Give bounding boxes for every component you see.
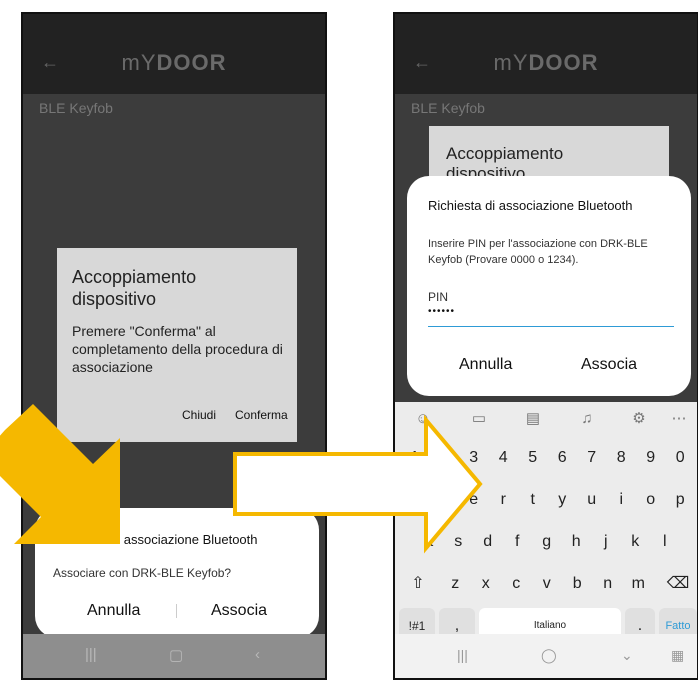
key-c[interactable]: c: [502, 566, 531, 602]
key-3[interactable]: 3: [460, 440, 488, 476]
microphone-icon[interactable]: ♫: [575, 408, 599, 430]
clipboard-icon[interactable]: ▭: [467, 408, 491, 430]
backspace-key[interactable]: ⌫: [663, 566, 693, 602]
key-8[interactable]: 8: [607, 440, 635, 476]
key-s[interactable]: s: [444, 524, 472, 560]
key-d[interactable]: d: [474, 524, 502, 560]
settings-gear-icon[interactable]: ⚙: [627, 408, 651, 430]
device-name-label: BLE Keyfob: [411, 100, 485, 116]
keyboard-toolbar: ☺ ▭ ▤ ♫ ⚙ ⋯: [395, 402, 697, 438]
bluetooth-request-title: Richiesta di associazione Bluetooth: [428, 198, 633, 213]
cancel-button[interactable]: Annulla: [87, 602, 140, 620]
key-h[interactable]: h: [562, 524, 590, 560]
system-nav-bar: ||| ▢ ‹: [23, 634, 325, 678]
key-b[interactable]: b: [563, 566, 592, 602]
key-0[interactable]: 0: [666, 440, 694, 476]
emoji-icon[interactable]: ☺: [411, 408, 435, 430]
key-x[interactable]: x: [471, 566, 500, 602]
pin-label: PIN: [428, 290, 449, 304]
phone-screen-right: ← mYDOOR BLE Keyfob Accoppiamento dispos…: [393, 12, 698, 680]
key-9[interactable]: 9: [637, 440, 665, 476]
soft-keyboard: ☺ ▭ ▤ ♫ ⚙ ⋯ 1234567890 qwertyuiop asdfghjk…: [395, 402, 697, 644]
app-logo: mYDOOR: [121, 50, 227, 75]
key-p[interactable]: p: [666, 482, 694, 518]
key-i[interactable]: i: [607, 482, 635, 518]
key-a[interactable]: a: [415, 524, 443, 560]
app-bar: ← mYDOOR: [23, 14, 325, 94]
back-nav-icon[interactable]: ‹: [255, 646, 260, 663]
bluetooth-request-title: Richiesta di associazione Bluetooth: [53, 532, 258, 547]
recents-icon[interactable]: |||: [457, 647, 468, 663]
key-y[interactable]: y: [548, 482, 576, 518]
bluetooth-request-message: Associare con DRK-BLE Keyfob?: [53, 566, 232, 580]
more-options-icon[interactable]: ⋯: [667, 408, 691, 430]
shift-key[interactable]: ⇧: [403, 566, 433, 602]
device-name-label: BLE Keyfob: [39, 100, 113, 116]
key-o[interactable]: o: [637, 482, 665, 518]
key-q[interactable]: q: [401, 482, 429, 518]
button-divider: [176, 604, 177, 618]
key-n[interactable]: n: [593, 566, 622, 602]
close-button[interactable]: Chiudi: [182, 408, 216, 422]
pair-button[interactable]: Associa: [581, 356, 637, 374]
key-u[interactable]: u: [578, 482, 606, 518]
key-l[interactable]: l: [651, 524, 679, 560]
pin-input[interactable]: ••••••: [428, 306, 674, 327]
confirm-button[interactable]: Conferma: [235, 408, 288, 422]
key-5[interactable]: 5: [519, 440, 547, 476]
app-logo: mYDOOR: [493, 50, 599, 75]
pairing-dialog-message: Premere "Conferma" al completamento dell…: [72, 323, 283, 375]
key-k[interactable]: k: [621, 524, 649, 560]
app-bar: ← mYDOOR: [395, 14, 697, 94]
bluetooth-pairing-request: Richiesta di associazione Bluetooth Asso…: [35, 508, 319, 638]
key-w[interactable]: w: [430, 482, 458, 518]
recents-icon[interactable]: |||: [85, 646, 97, 663]
key-r[interactable]: r: [489, 482, 517, 518]
key-e[interactable]: e: [460, 482, 488, 518]
cancel-button[interactable]: Annulla: [459, 356, 512, 374]
pin-request-message: Inserire PIN per l'associazione con DRK-…: [428, 238, 648, 266]
key-f[interactable]: f: [503, 524, 531, 560]
pairing-dialog-title: Accoppiamento dispositivo: [72, 267, 197, 309]
key-g[interactable]: g: [533, 524, 561, 560]
key-v[interactable]: v: [532, 566, 561, 602]
pairing-dialog: Accoppiamento dispositivo Premere "Confe…: [57, 248, 297, 442]
system-nav-bar: ||| ◯ ⌄ ▦: [395, 634, 697, 678]
key-1[interactable]: 1: [401, 440, 429, 476]
key-6[interactable]: 6: [548, 440, 576, 476]
key-t[interactable]: t: [519, 482, 547, 518]
home-icon[interactable]: ▢: [169, 646, 183, 664]
key-j[interactable]: j: [592, 524, 620, 560]
key-4[interactable]: 4: [489, 440, 517, 476]
hide-keyboard-icon[interactable]: ⌄: [621, 647, 633, 664]
keyboard-switch-icon[interactable]: ▦: [671, 647, 684, 664]
text-suggest-icon[interactable]: ▤: [521, 408, 545, 430]
key-z[interactable]: z: [441, 566, 470, 602]
phone-screen-left: ← mYDOOR BLE Keyfob Accoppiamento dispos…: [21, 12, 327, 680]
pair-button[interactable]: Associa: [211, 602, 267, 620]
bluetooth-pin-request: Richiesta di associazione Bluetooth Inse…: [407, 176, 691, 396]
key-m[interactable]: m: [624, 566, 653, 602]
key-2[interactable]: 2: [430, 440, 458, 476]
home-icon[interactable]: ◯: [541, 647, 557, 664]
key-7[interactable]: 7: [578, 440, 606, 476]
